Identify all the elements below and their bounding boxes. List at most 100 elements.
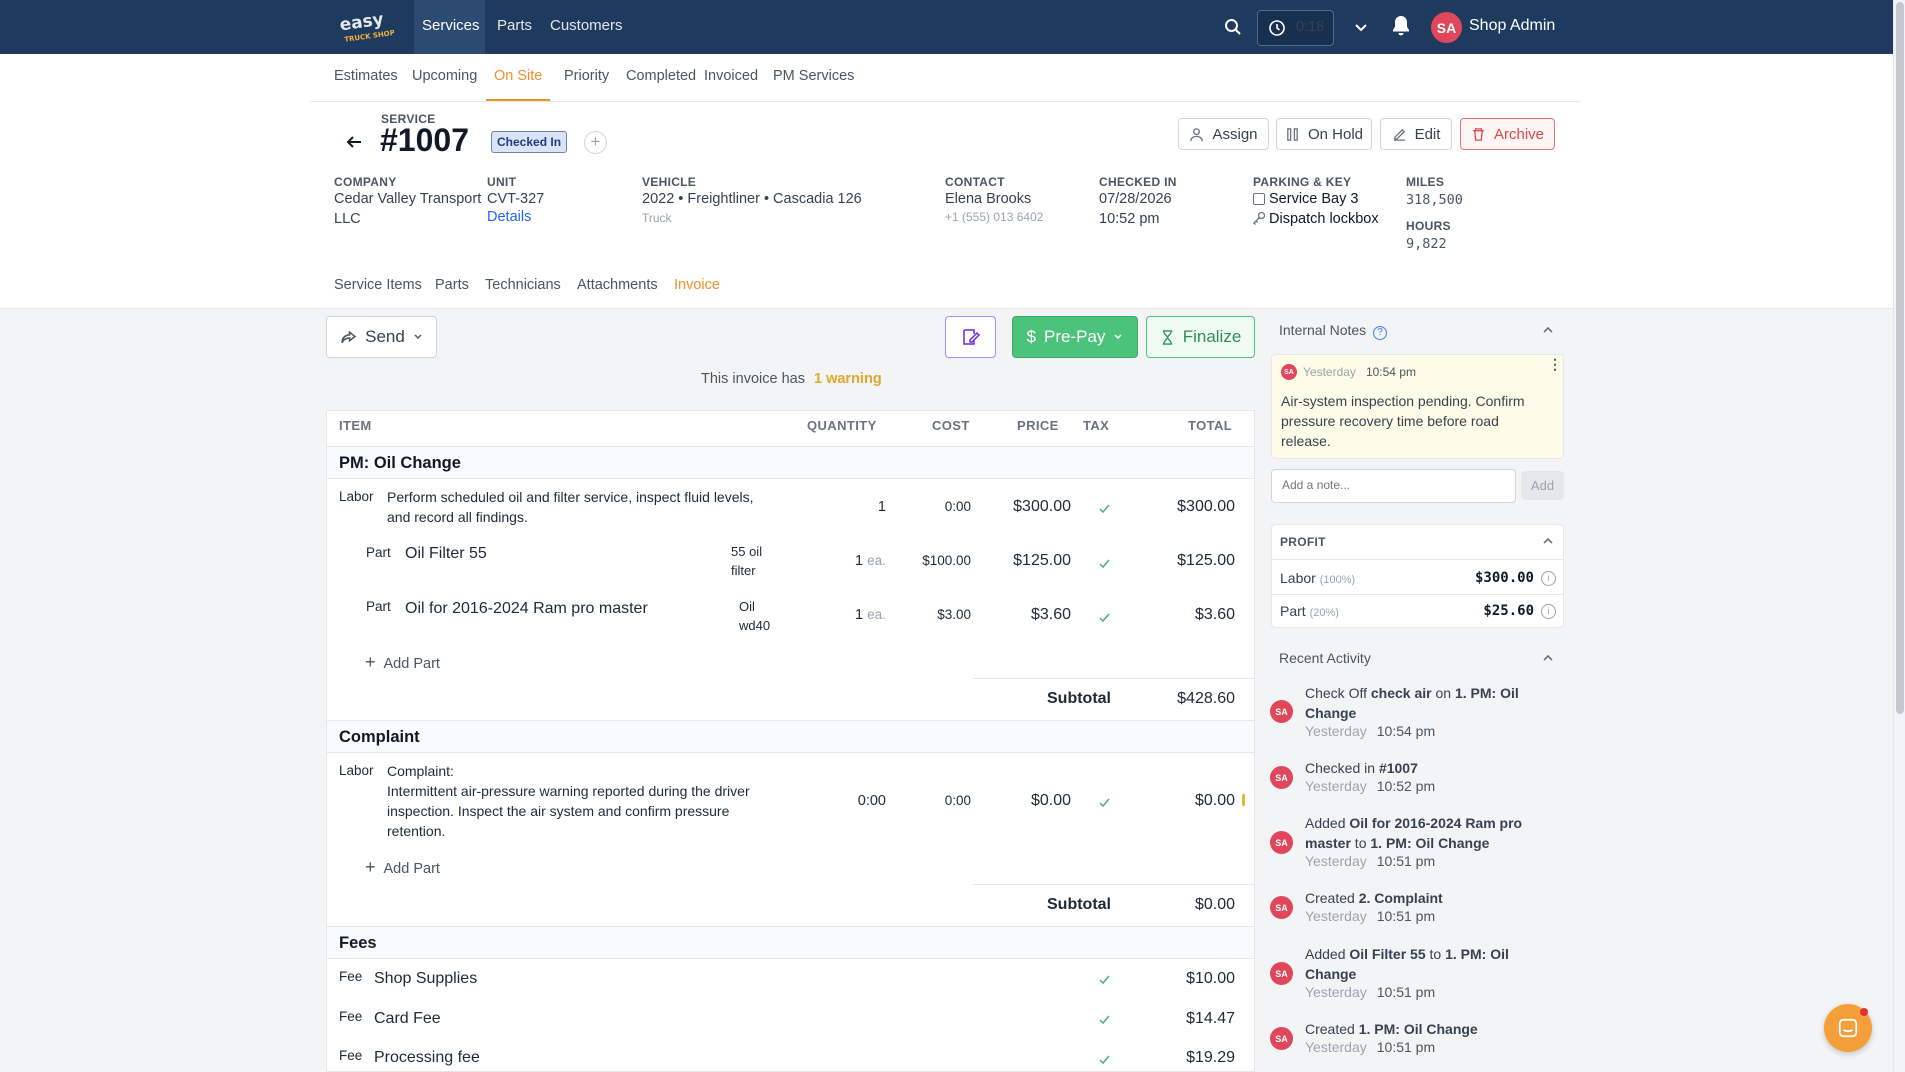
tax-check-icon[interactable] bbox=[1098, 1013, 1111, 1026]
activity-text: Check Off check air on 1. PM: Oil Change bbox=[1305, 683, 1555, 723]
tax-check-icon[interactable] bbox=[1098, 796, 1111, 809]
prepay-button[interactable]: $ Pre-Pay bbox=[1012, 316, 1138, 358]
user-name[interactable]: Shop Admin bbox=[1469, 17, 1555, 35]
back-arrow-icon[interactable] bbox=[344, 132, 364, 152]
on-hold-button[interactable]: On Hold bbox=[1276, 118, 1372, 150]
labor-description-line2[interactable]: and record all findings. bbox=[387, 509, 528, 525]
section-pm-oil-change[interactable]: PM: Oil Change bbox=[327, 446, 1254, 479]
search-icon[interactable] bbox=[1223, 17, 1243, 37]
section-fees[interactable]: Fees bbox=[327, 926, 1254, 959]
bell-icon[interactable] bbox=[1391, 15, 1411, 36]
warning-link[interactable]: 1 warning bbox=[814, 371, 882, 387]
sign-document-button[interactable] bbox=[945, 316, 996, 358]
help-circle-icon[interactable]: ? bbox=[1373, 326, 1388, 340]
tax-check-icon[interactable] bbox=[1098, 502, 1111, 515]
section-complaint[interactable]: Complaint bbox=[327, 720, 1254, 753]
tax-check-icon[interactable] bbox=[1098, 1053, 1111, 1066]
text-bold: #1007 bbox=[1378, 760, 1418, 776]
tab-pm-services[interactable]: PM Services bbox=[765, 54, 862, 101]
tab-invoice[interactable]: Invoice bbox=[666, 263, 727, 310]
complaint-price[interactable]: $0.00 bbox=[990, 792, 1071, 810]
note-card: SA Yesterday 10:54 pm ⋮ Air-system inspec… bbox=[1271, 354, 1564, 459]
part-price[interactable]: $3.60 bbox=[990, 606, 1071, 624]
complaint-line2[interactable]: Intermittent air-pressure warning report… bbox=[387, 783, 750, 799]
complaint-line3[interactable]: inspection. Inspect the air system and c… bbox=[387, 803, 729, 819]
tab-attachments[interactable]: Attachments bbox=[569, 263, 666, 310]
chevron-up-icon[interactable] bbox=[1541, 651, 1555, 665]
easy-truck-shop-logo[interactable]: easy TRUCK SHOP bbox=[338, 8, 395, 44]
add-tag-button[interactable]: + bbox=[584, 131, 607, 154]
chat-icon bbox=[1838, 1018, 1858, 1038]
info-icon[interactable]: i bbox=[1541, 571, 1556, 586]
assign-button[interactable]: Assign bbox=[1178, 118, 1269, 150]
send-button[interactable]: Send bbox=[326, 316, 437, 358]
tab-completed[interactable]: Completed bbox=[618, 54, 704, 101]
labor-price[interactable]: $300.00 bbox=[990, 498, 1071, 516]
tab-service-items[interactable]: Service Items bbox=[326, 263, 430, 310]
labor-tag: Labor bbox=[339, 763, 374, 778]
recent-activity-title[interactable]: Recent Activity bbox=[1279, 650, 1371, 666]
tax-check-icon[interactable] bbox=[1098, 611, 1111, 624]
labor-description-line1[interactable]: Perform scheduled oil and filter service… bbox=[387, 489, 754, 505]
subtotal-label: Subtotal bbox=[1047, 690, 1111, 707]
contact-phone[interactable]: +1 (555) 013 6402 bbox=[945, 210, 1043, 224]
internal-notes-header[interactable]: Internal Notes ? bbox=[1279, 322, 1388, 340]
add-part-label: Add Part bbox=[383, 861, 440, 877]
chevron-up-icon[interactable] bbox=[1541, 534, 1555, 548]
profit-card: PROFIT Labor (100%) $300.00 i Part (20%)… bbox=[1271, 524, 1564, 628]
part-price[interactable]: $125.00 bbox=[990, 552, 1071, 570]
chevron-up-icon[interactable] bbox=[1541, 323, 1555, 337]
add-note-button[interactable]: Add bbox=[1521, 471, 1564, 500]
part-name-oil-filter[interactable]: Oil Filter 55 bbox=[405, 545, 487, 563]
more-vertical-icon[interactable]: ⋮ bbox=[1548, 357, 1562, 371]
text: Added bbox=[1305, 946, 1350, 962]
tab-priority[interactable]: Priority bbox=[556, 54, 617, 101]
tab-invoiced[interactable]: Invoiced bbox=[696, 54, 766, 101]
contact-label: CONTACT bbox=[945, 175, 1005, 189]
user-icon bbox=[1190, 127, 1204, 141]
unit-details-link[interactable]: Details bbox=[487, 209, 531, 225]
complaint-qty[interactable]: 0:00 bbox=[840, 793, 886, 809]
part-qty[interactable]: 1 ea. bbox=[855, 553, 886, 569]
archive-button[interactable]: Archive bbox=[1460, 118, 1555, 150]
add-note-input[interactable] bbox=[1271, 469, 1516, 503]
finalize-button[interactable]: Finalize bbox=[1146, 316, 1255, 358]
complaint-line4[interactable]: retention. bbox=[387, 823, 445, 839]
nav-services[interactable]: Services bbox=[414, 0, 485, 54]
scrollbar-thumb[interactable] bbox=[1896, 2, 1904, 714]
internal-notes-title: Internal Notes bbox=[1279, 322, 1367, 338]
chat-launcher-button[interactable] bbox=[1824, 1004, 1872, 1052]
when: Yesterday bbox=[1305, 1039, 1367, 1055]
tab-upcoming[interactable]: Upcoming bbox=[404, 54, 485, 101]
tab-estimates[interactable]: Estimates bbox=[326, 54, 406, 101]
contact-name[interactable]: Elena Brooks bbox=[945, 191, 1031, 207]
profit-labor-value: $300.00 bbox=[1474, 570, 1534, 586]
info-icon[interactable]: i bbox=[1541, 604, 1556, 619]
tab-on-site[interactable]: On Site bbox=[486, 54, 551, 101]
tab-parts[interactable]: Parts bbox=[427, 263, 477, 310]
add-part-button[interactable]: + Add Part bbox=[365, 857, 440, 878]
fee-name[interactable]: Card Fee bbox=[374, 1010, 441, 1028]
user-avatar[interactable]: SA bbox=[1431, 12, 1462, 43]
part-qty[interactable]: 1 ea. bbox=[855, 607, 886, 623]
warning-indicator[interactable] bbox=[1242, 794, 1245, 806]
nav-customers[interactable]: Customers bbox=[542, 0, 631, 54]
edit-button[interactable]: Edit bbox=[1380, 118, 1452, 150]
fee-total: $19.29 bbox=[1186, 1049, 1235, 1066]
page-scrollbar[interactable] bbox=[1893, 0, 1905, 1072]
part-label: Part bbox=[1280, 603, 1306, 619]
time-clock-button[interactable]: 0:18 bbox=[1257, 10, 1334, 46]
add-part-button[interactable]: + Add Part bbox=[365, 652, 440, 673]
tax-check-icon[interactable] bbox=[1098, 973, 1111, 986]
part-name-oil[interactable]: Oil for 2016-2024 Ram pro master bbox=[405, 600, 648, 618]
fee-name[interactable]: Processing fee bbox=[374, 1049, 480, 1067]
part-cost: $100.00 bbox=[922, 553, 971, 568]
labor-qty[interactable]: 1 bbox=[860, 499, 886, 515]
tab-technicians[interactable]: Technicians bbox=[477, 263, 569, 310]
fee-name[interactable]: Shop Supplies bbox=[374, 970, 477, 988]
chevron-down-icon[interactable] bbox=[1351, 17, 1371, 37]
tax-check-icon[interactable] bbox=[1098, 557, 1111, 570]
unit-value: CVT-327 bbox=[487, 191, 545, 207]
complaint-line1[interactable]: Complaint: bbox=[387, 763, 454, 779]
nav-parts[interactable]: Parts bbox=[489, 0, 540, 54]
